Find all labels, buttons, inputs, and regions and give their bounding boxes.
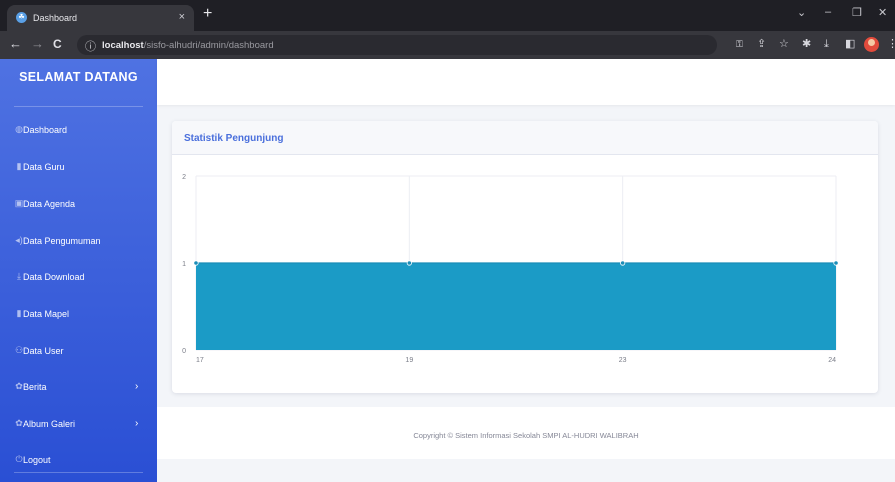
- sidebar-item-dashboard[interactable]: ◍ Dashboard: [0, 118, 157, 144]
- x-tick-label: 19: [405, 357, 413, 364]
- forward-button[interactable]: →: [31, 37, 44, 51]
- card-title: Statistik Pengunjung: [184, 133, 284, 144]
- sidebar-item-data-guru[interactable]: ▮ Data Guru: [0, 155, 157, 181]
- sidebar-item-label: Data Mapel: [23, 309, 70, 319]
- sidebar-item-album-galeri[interactable]: ✿ Album Galeri ›: [0, 412, 157, 438]
- sidebar-item-berita[interactable]: ✿ Berita ›: [0, 375, 157, 401]
- card-header: Statistik Pengunjung: [172, 121, 878, 155]
- sidebar: SELAMAT DATANG ◍ Dashboard ▮ Data Guru ▣…: [0, 59, 157, 482]
- reload-button[interactable]: C: [53, 37, 62, 51]
- visitor-stats-card: Statistik Pengunjung 0 1 2 17 19 23 24: [172, 121, 878, 393]
- chevron-right-icon: ›: [135, 418, 139, 429]
- sidebar-item-label: Berita: [23, 382, 47, 392]
- copyright-text: Copyright © Sistem Informasi Sekolah SMP…: [413, 431, 639, 440]
- close-window-button[interactable]: ✕: [878, 6, 887, 19]
- sidebar-divider: [14, 472, 143, 473]
- browser-tab-bar: ☘ Dashboard × + ⌄ – ❐ ✕: [0, 0, 895, 31]
- x-tick-label: 24: [828, 357, 836, 364]
- sidebar-item-label: Data Pengumuman: [23, 236, 101, 246]
- tab-title: Dashboard: [33, 13, 78, 23]
- address-bar: ← → C ⓘ localhost/sisfo-alhudri/admin/da…: [0, 31, 895, 59]
- extensions-puzzle-icon[interactable]: ✱: [802, 38, 811, 51]
- site-info-icon[interactable]: ⓘ: [85, 38, 96, 54]
- new-tab-button[interactable]: +: [203, 6, 212, 22]
- browser-menu-icon[interactable]: ⋮: [887, 38, 895, 51]
- sidebar-item-data-pengumuman[interactable]: ◂) Data Pengumuman: [0, 229, 157, 255]
- tab-search-icon[interactable]: ⌄: [797, 6, 806, 19]
- sidebar-item-data-user[interactable]: ⚇ Data User: [0, 339, 157, 365]
- sidebar-item-data-agenda[interactable]: ▣ Data Agenda: [0, 192, 157, 218]
- bookmark-star-icon[interactable]: ☆: [779, 38, 789, 51]
- minimize-button[interactable]: –: [825, 6, 831, 18]
- footer: Copyright © Sistem Informasi Sekolah SMP…: [157, 407, 895, 459]
- password-key-icon[interactable]: ⚿: [736, 38, 743, 51]
- sidebar-item-label: Album Galeri: [23, 419, 76, 429]
- area-fill: [196, 263, 836, 350]
- data-point: [406, 260, 412, 266]
- x-tick-label: 17: [196, 357, 204, 364]
- sidebar-item-data-download[interactable]: ⤓ Data Download: [0, 265, 157, 291]
- side-panel-icon[interactable]: ◧: [845, 38, 855, 51]
- sidebar-brand[interactable]: SELAMAT DATANG: [0, 70, 157, 84]
- site-favicon-icon: ☘: [16, 12, 27, 23]
- url-text: localhost/sisfo-alhudri/admin/dashboard: [102, 40, 274, 51]
- sidebar-item-logout[interactable]: ⏻ Logout: [0, 448, 157, 474]
- sidebar-item-label: Data User: [23, 346, 64, 356]
- data-point: [620, 260, 626, 266]
- data-point: [833, 260, 839, 266]
- sidebar-item-label: Data Agenda: [23, 199, 76, 209]
- sidebar-divider: [14, 106, 143, 107]
- profile-avatar[interactable]: [864, 37, 879, 52]
- x-tick-label: 23: [619, 357, 627, 364]
- visitor-stats-chart: 0 1 2 17 19 23 24: [182, 174, 839, 364]
- topbar: [157, 59, 895, 105]
- downloads-icon[interactable]: ⤓: [824, 38, 829, 51]
- y-tick-label: 2: [182, 174, 186, 181]
- sidebar-item-label: Dashboard: [23, 125, 68, 135]
- back-button[interactable]: ←: [9, 37, 22, 51]
- share-icon[interactable]: ⇪: [757, 38, 766, 51]
- maximize-button[interactable]: ❐: [852, 6, 862, 19]
- url-path: /sisfo-alhudri/admin/dashboard: [143, 40, 274, 51]
- tab-close-button[interactable]: ×: [179, 11, 185, 23]
- browser-tab[interactable]: ☘ Dashboard ×: [7, 5, 194, 31]
- chevron-right-icon: ›: [135, 381, 139, 392]
- y-tick-label: 0: [182, 348, 186, 355]
- y-tick-label: 1: [182, 261, 186, 268]
- data-point: [193, 260, 199, 266]
- sidebar-item-label: Logout: [23, 455, 51, 465]
- url-field[interactable]: ⓘ localhost/sisfo-alhudri/admin/dashboar…: [77, 35, 717, 55]
- sidebar-item-label: Data Guru: [23, 162, 65, 172]
- sidebar-item-label: Data Download: [23, 272, 85, 282]
- url-host: localhost: [102, 40, 144, 51]
- sidebar-item-data-mapel[interactable]: ▮ Data Mapel: [0, 302, 157, 328]
